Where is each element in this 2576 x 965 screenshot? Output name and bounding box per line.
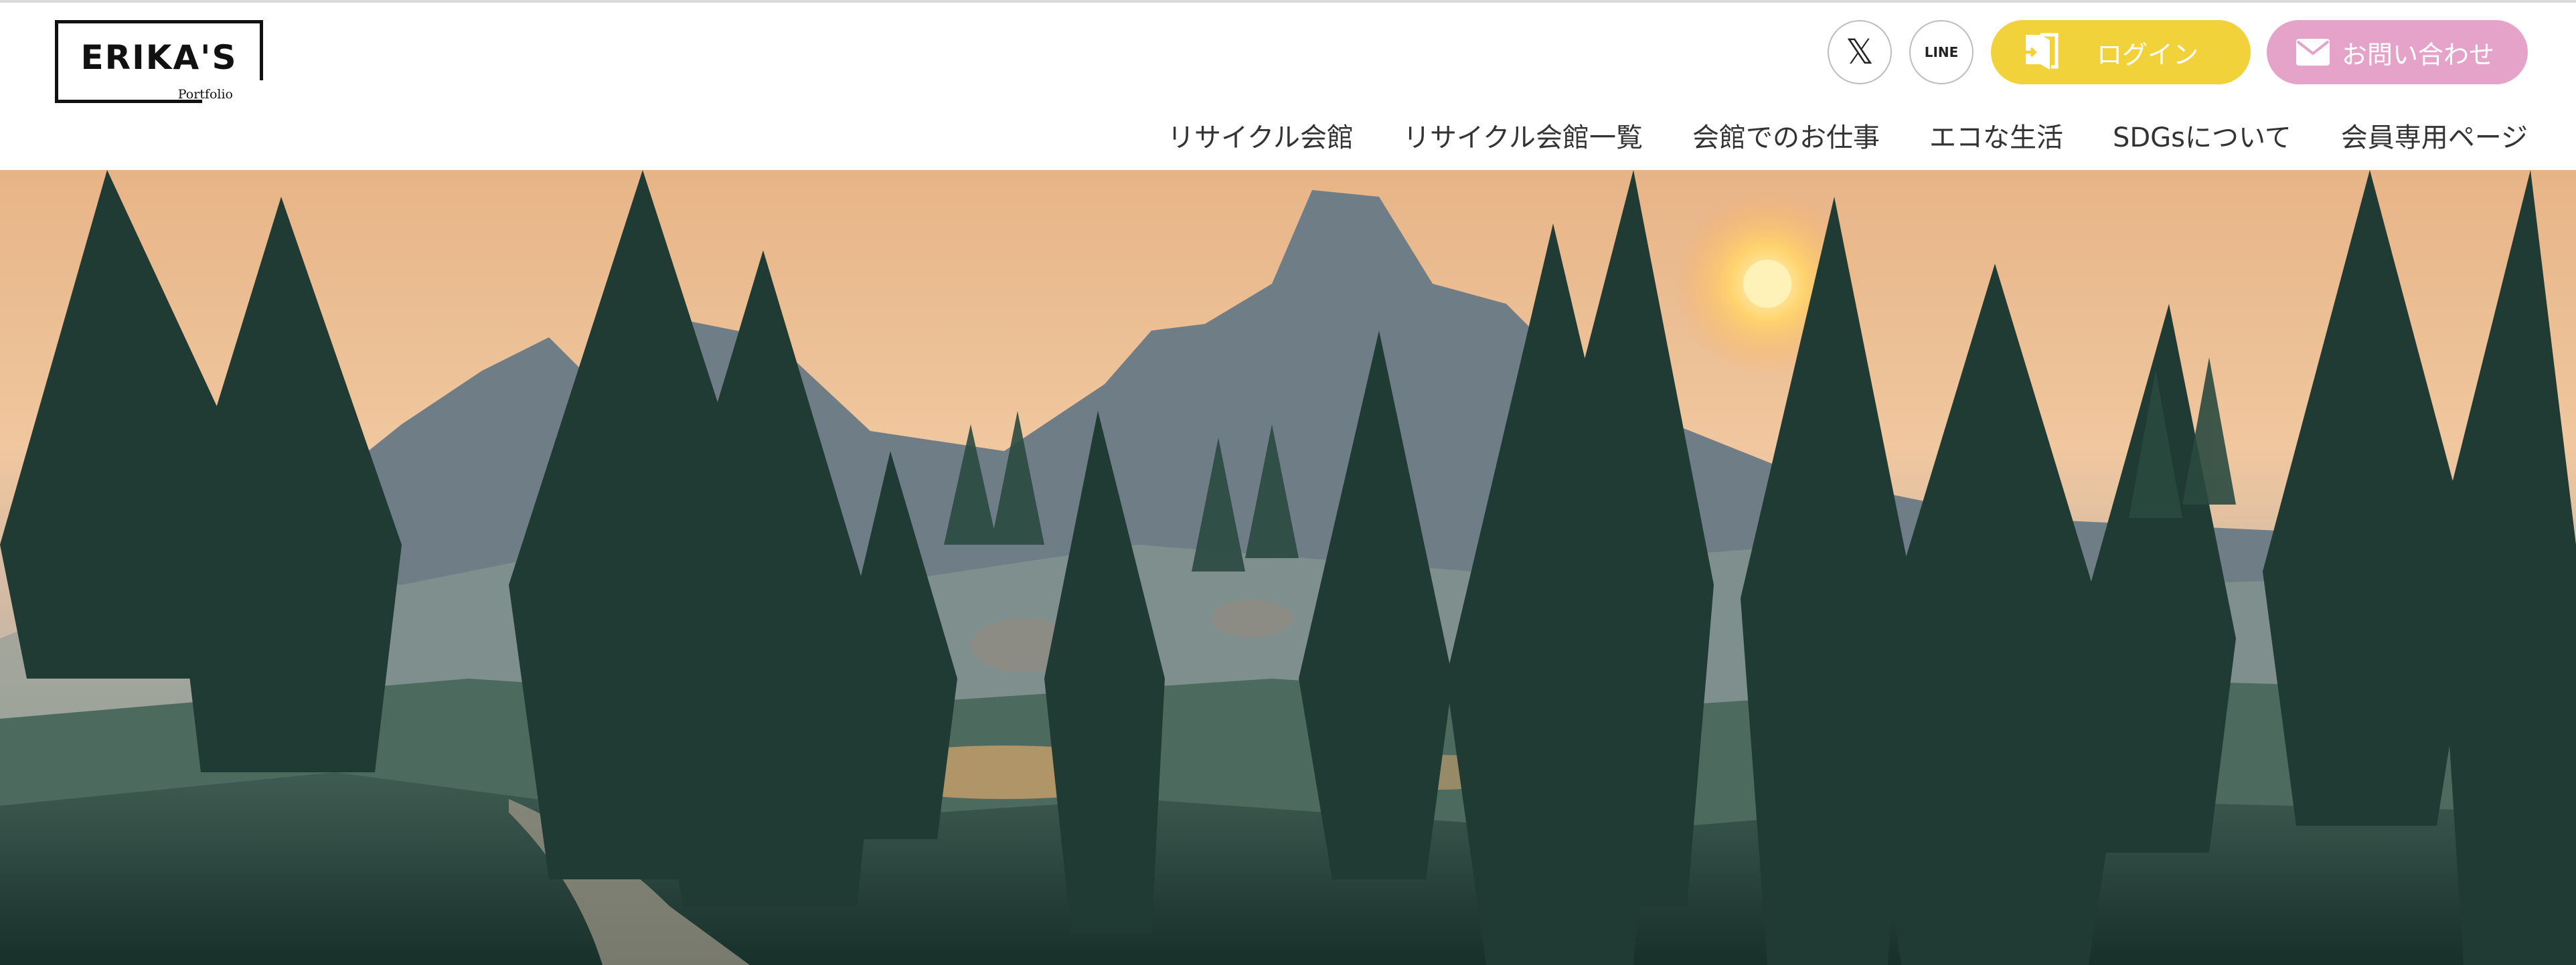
hero-landscape bbox=[0, 170, 2576, 965]
nav-item-hall-work[interactable]: 会館でのお仕事 bbox=[1692, 116, 1880, 155]
site-logo[interactable]: ERIKA'S Portfolio bbox=[55, 20, 263, 103]
line-logo-icon: LINE bbox=[1924, 44, 1959, 60]
site-header: ERIKA'S Portfolio 𝕏 LINE ログイン お問い合わせ リサイ… bbox=[0, 3, 2576, 170]
line-social-button[interactable]: LINE bbox=[1909, 20, 1974, 84]
contact-button[interactable]: お問い合わせ bbox=[2267, 20, 2528, 84]
nav-item-members-page[interactable]: 会員専用ページ bbox=[2341, 116, 2528, 155]
nav-item-eco-life[interactable]: エコな生活 bbox=[1929, 116, 2063, 155]
contact-label: お問い合わせ bbox=[2342, 39, 2495, 70]
logo-subtitle: Portfolio bbox=[177, 87, 233, 102]
x-logo-icon: 𝕏 bbox=[1846, 32, 1874, 72]
login-label: ログイン bbox=[2097, 39, 2199, 70]
main-nav: リサイクル会館 リサイクル会館一覧 会館でのお仕事 エコな生活 SDGsについて… bbox=[1168, 115, 2528, 155]
nav-item-recycle-hall[interactable]: リサイクル会館 bbox=[1168, 116, 1354, 155]
x-social-button[interactable]: 𝕏 bbox=[1828, 20, 1892, 84]
login-door-icon bbox=[2020, 32, 2061, 72]
mail-icon bbox=[2296, 39, 2330, 66]
nav-item-recycle-hall-list[interactable]: リサイクル会館一覧 bbox=[1403, 116, 1643, 155]
hero-image bbox=[0, 170, 2576, 965]
login-button[interactable]: ログイン bbox=[1991, 20, 2251, 84]
logo-title: ERIKA'S bbox=[80, 38, 238, 77]
nav-item-sdgs[interactable]: SDGsについて bbox=[2113, 116, 2291, 155]
